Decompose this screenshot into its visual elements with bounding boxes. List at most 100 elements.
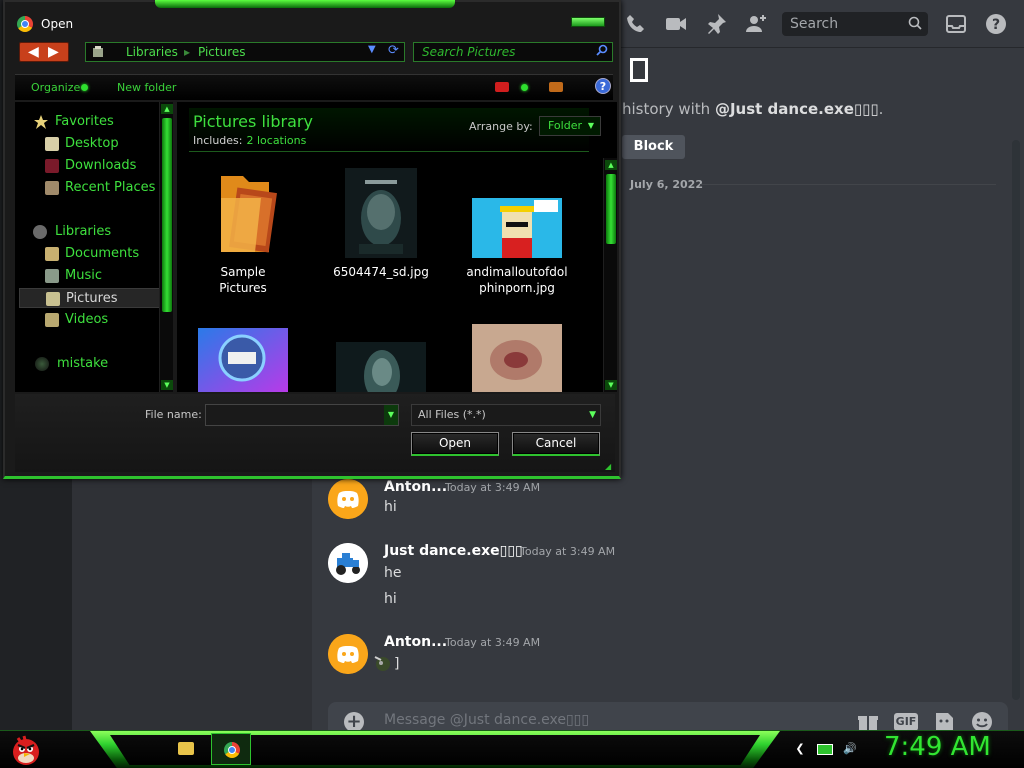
view-options-icon[interactable] (495, 82, 509, 92)
file-name: 6504474_sd.jpg (321, 264, 441, 280)
image-thumbnail (472, 324, 562, 392)
avatar[interactable] (328, 543, 368, 583)
pin-icon[interactable] (704, 12, 728, 36)
avatar[interactable] (328, 479, 368, 519)
organize-dropdown-icon[interactable] (81, 84, 88, 91)
avatar[interactable] (328, 634, 368, 674)
forward-arrow-icon[interactable]: ▶ (48, 44, 59, 60)
organize-menu[interactable]: Organize (31, 81, 80, 94)
file-type-value: All Files (*.*) (418, 408, 486, 421)
image-thumbnail (336, 342, 426, 392)
breadcrumb-libraries[interactable]: Libraries (126, 45, 178, 59)
includes-label: Includes: (193, 134, 243, 147)
taskbar-clock[interactable]: 7:49 AM (884, 732, 991, 762)
message-author[interactable]: Anton... (384, 634, 447, 650)
image-thumbnail (345, 168, 417, 258)
scroll-up-icon[interactable]: ▲ (161, 104, 173, 114)
video-call-icon[interactable] (664, 12, 688, 36)
file-item[interactable]: andimalloutofdol phinporn.jpg (457, 168, 577, 296)
add-friend-icon[interactable] (744, 12, 768, 36)
file-item[interactable]: 6504474_sd.jpg (321, 168, 441, 280)
message-author[interactable]: Anton... (384, 479, 447, 495)
open-file-dialog: Open ◀ ▶ Libraries ▸ Pictures ▼ ⟳ Search… (3, 0, 621, 479)
nav-mistake[interactable]: mistake (15, 354, 165, 374)
tray-expand-icon[interactable]: ❮ (792, 742, 808, 756)
message-input-placeholder: Message @Just dance.exe▯▯▯ (384, 712, 590, 728)
videos-icon (45, 313, 59, 327)
nav-documents[interactable]: Documents (15, 244, 165, 264)
search-icon (908, 16, 922, 30)
file-list: Pictures library Includes: 2 locations Ar… (177, 102, 617, 392)
new-folder-button[interactable]: New folder (117, 81, 176, 94)
nav-favorites[interactable]: Favorites (15, 112, 165, 132)
nav-recent-places[interactable]: Recent Places (15, 178, 165, 198)
includes-link[interactable]: 2 locations (246, 134, 306, 147)
nav-music[interactable]: Music (15, 266, 165, 286)
message-text: hi (384, 591, 397, 607)
arrange-by-dropdown[interactable]: Folder ▼ (539, 116, 601, 136)
call-icon[interactable] (624, 12, 648, 36)
folder-icon (178, 742, 194, 755)
nav-downloads[interactable]: Downloads (15, 156, 165, 176)
message-author[interactable]: Just dance.exe▯▯▯ (384, 543, 523, 559)
address-dropdown-icon[interactable]: ▼ (368, 44, 376, 55)
help-icon[interactable]: ? (595, 78, 611, 94)
scroll-up-icon[interactable]: ▲ (605, 160, 617, 170)
message-text: ] (394, 656, 400, 672)
content-scrollbar[interactable]: ▲ ▼ (603, 158, 617, 392)
taskbar (0, 730, 1024, 768)
view-dropdown-icon[interactable] (521, 84, 528, 91)
file-item[interactable] (457, 324, 577, 392)
open-button[interactable]: Open (411, 432, 499, 456)
file-item[interactable]: Sample Pictures (183, 168, 303, 296)
nav-pictures[interactable]: Pictures (19, 288, 169, 308)
cancel-button[interactable]: Cancel (512, 432, 600, 456)
file-item[interactable] (321, 342, 441, 392)
nav-desktop[interactable]: Desktop (15, 134, 165, 154)
back-arrow-icon[interactable]: ◀ (28, 44, 39, 60)
breadcrumb-pictures[interactable]: Pictures (198, 45, 246, 59)
close-button[interactable] (571, 17, 605, 27)
file-name-dropdown-icon[interactable]: ▼ (384, 405, 398, 425)
homegroup-icon (35, 357, 49, 371)
conversation-start-text: history with @Just dance.exe▯▯▯. (622, 100, 883, 118)
command-bar: Organize New folder ? (15, 74, 613, 100)
refresh-icon[interactable]: ⟳ (388, 43, 399, 58)
taskbar-chrome-button[interactable] (211, 733, 251, 765)
file-name-line: phinporn.jpg (479, 281, 555, 295)
help-icon[interactable]: ? (984, 12, 1008, 36)
file-name-input[interactable]: ▼ (205, 404, 399, 426)
history-suffix: . (878, 100, 884, 118)
block-button[interactable]: Block (622, 135, 685, 159)
search-icon[interactable] (596, 44, 608, 56)
scroll-thumb[interactable] (606, 174, 616, 244)
navigation-pane: Favorites Desktop Downloads Recent Place… (15, 102, 173, 392)
scroll-down-icon[interactable]: ▼ (605, 380, 617, 390)
nav-scrollbar[interactable]: ▲ ▼ (159, 102, 173, 392)
scroll-thumb[interactable] (162, 118, 172, 312)
file-type-select[interactable]: All Files (*.*) ▼ (411, 404, 601, 426)
nav-videos[interactable]: Videos (15, 310, 165, 330)
volume-icon[interactable]: 🔊 (842, 742, 858, 756)
address-bar[interactable]: Libraries ▸ Pictures ▼ ⟳ (85, 42, 405, 62)
documents-icon (45, 247, 59, 261)
back-forward-buttons[interactable]: ◀ ▶ (19, 42, 69, 62)
arrange-by-value: Folder (548, 119, 582, 132)
start-button-angry-bird-icon[interactable] (8, 732, 42, 766)
scroll-down-icon[interactable]: ▼ (161, 380, 173, 390)
add-attachment-icon[interactable]: + (344, 712, 364, 732)
resize-grip-icon[interactable]: ◢ (605, 462, 611, 471)
gif-icon[interactable]: GIF (894, 713, 918, 731)
file-item[interactable] (183, 328, 303, 392)
chat-scrollbar[interactable] (1012, 140, 1020, 700)
nav-libraries[interactable]: Libraries (15, 222, 165, 242)
preview-pane-icon[interactable] (549, 82, 563, 92)
nav-label: Documents (65, 246, 140, 261)
screen: Search ? history with @Just dance.exe▯▯▯… (0, 0, 1024, 768)
inbox-icon[interactable] (944, 12, 968, 36)
network-icon[interactable] (817, 744, 833, 755)
taskbar-explorer-button[interactable] (166, 733, 206, 765)
search-pictures-input[interactable]: Search Pictures (413, 42, 613, 62)
search-input[interactable]: Search (782, 12, 928, 36)
libraries-folder-icon (93, 46, 103, 57)
